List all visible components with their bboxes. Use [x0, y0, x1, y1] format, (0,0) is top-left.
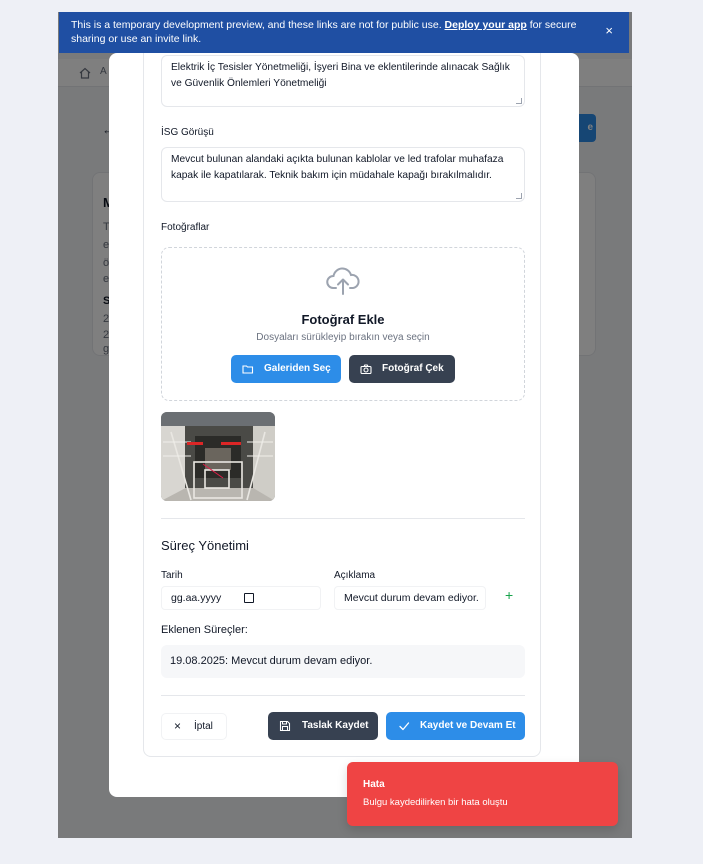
- add-process-icon[interactable]: +: [505, 587, 513, 603]
- resize-handle[interactable]: [516, 193, 522, 199]
- added-processes-label: Eklenen Süreçler:: [161, 624, 248, 636]
- banner-text: This is a temporary development preview,…: [71, 19, 442, 31]
- description-value: Mevcut durum devam ediyor.: [344, 592, 479, 604]
- close-icon: ×: [174, 719, 182, 733]
- upload-subtitle: Dosyaları sürükleyip bırakın veya seçin: [256, 332, 430, 343]
- deploy-app-link[interactable]: Deploy your app: [445, 19, 527, 31]
- save-icon: [279, 720, 291, 732]
- close-icon[interactable]: ×: [605, 24, 613, 38]
- toast-title: Hata: [363, 779, 385, 790]
- process-list-item: 19.08.2025: Mevcut durum devam ediyor.: [161, 645, 525, 678]
- description-input[interactable]: Mevcut durum devam ediyor.: [334, 586, 486, 610]
- finding-form: Elektrik İç Tesisler Yönetmeliği, İşyeri…: [143, 53, 541, 757]
- regulation-text: Elektrik İç Tesisler Yönetmeliği, İşyeri…: [171, 62, 510, 89]
- photo-dropzone[interactable]: Fotoğraf Ekle Dosyaları sürükleyip bırak…: [161, 247, 525, 401]
- isg-label: İSG Görüşü: [161, 127, 214, 138]
- process-management-title: Süreç Yönetimi: [161, 538, 249, 553]
- divider: [161, 518, 525, 519]
- save-draft-label: Taslak Kaydet: [302, 720, 369, 731]
- check-icon: [399, 722, 410, 731]
- photos-label: Fotoğraflar: [161, 222, 210, 233]
- cloud-upload-icon: [326, 267, 360, 295]
- calendar-icon[interactable]: [244, 593, 254, 603]
- save-continue-button[interactable]: Kaydet ve Devam Et: [386, 712, 525, 740]
- gallery-select-button[interactable]: Galeriden Seç: [231, 355, 341, 383]
- regulation-textarea[interactable]: Elektrik İç Tesisler Yönetmeliği, İşyeri…: [161, 55, 525, 107]
- error-toast[interactable]: Hata Bulgu kaydedilirken bir hata oluştu: [347, 762, 618, 826]
- date-input[interactable]: gg.aa.yyyy: [161, 586, 321, 610]
- cancel-button[interactable]: × İptal: [161, 713, 227, 740]
- description-label: Açıklama: [334, 570, 376, 581]
- folder-icon: [242, 365, 254, 374]
- stairwell-photo: [161, 412, 275, 501]
- divider: [161, 695, 525, 696]
- take-photo-label: Fotoğraf Çek: [382, 363, 444, 374]
- upload-title: Fotoğraf Ekle: [301, 312, 385, 327]
- resize-handle[interactable]: [516, 98, 522, 104]
- date-label: Tarih: [161, 570, 183, 581]
- take-photo-button[interactable]: Fotoğraf Çek: [349, 355, 455, 383]
- dev-preview-banner: This is a temporary development preview,…: [59, 12, 629, 53]
- date-placeholder: gg.aa.yyyy: [171, 592, 222, 604]
- save-draft-button[interactable]: Taslak Kaydet: [268, 712, 378, 740]
- save-continue-label: Kaydet ve Devam Et: [420, 720, 516, 731]
- toast-message: Bulgu kaydedilirken bir hata oluştu: [363, 797, 508, 808]
- camera-icon: [360, 364, 372, 375]
- uploaded-photo-thumbnail[interactable]: [161, 412, 275, 501]
- isg-text: Mevcut bulunan alandaki açıkta bulunan k…: [171, 154, 504, 181]
- cancel-label: İptal: [194, 721, 213, 732]
- finding-dialog: Elektrik İç Tesisler Yönetmeliği, İşyeri…: [109, 53, 579, 797]
- isg-textarea[interactable]: Mevcut bulunan alandaki açıkta bulunan k…: [161, 147, 525, 202]
- gallery-select-label: Galeriden Seç: [264, 363, 331, 374]
